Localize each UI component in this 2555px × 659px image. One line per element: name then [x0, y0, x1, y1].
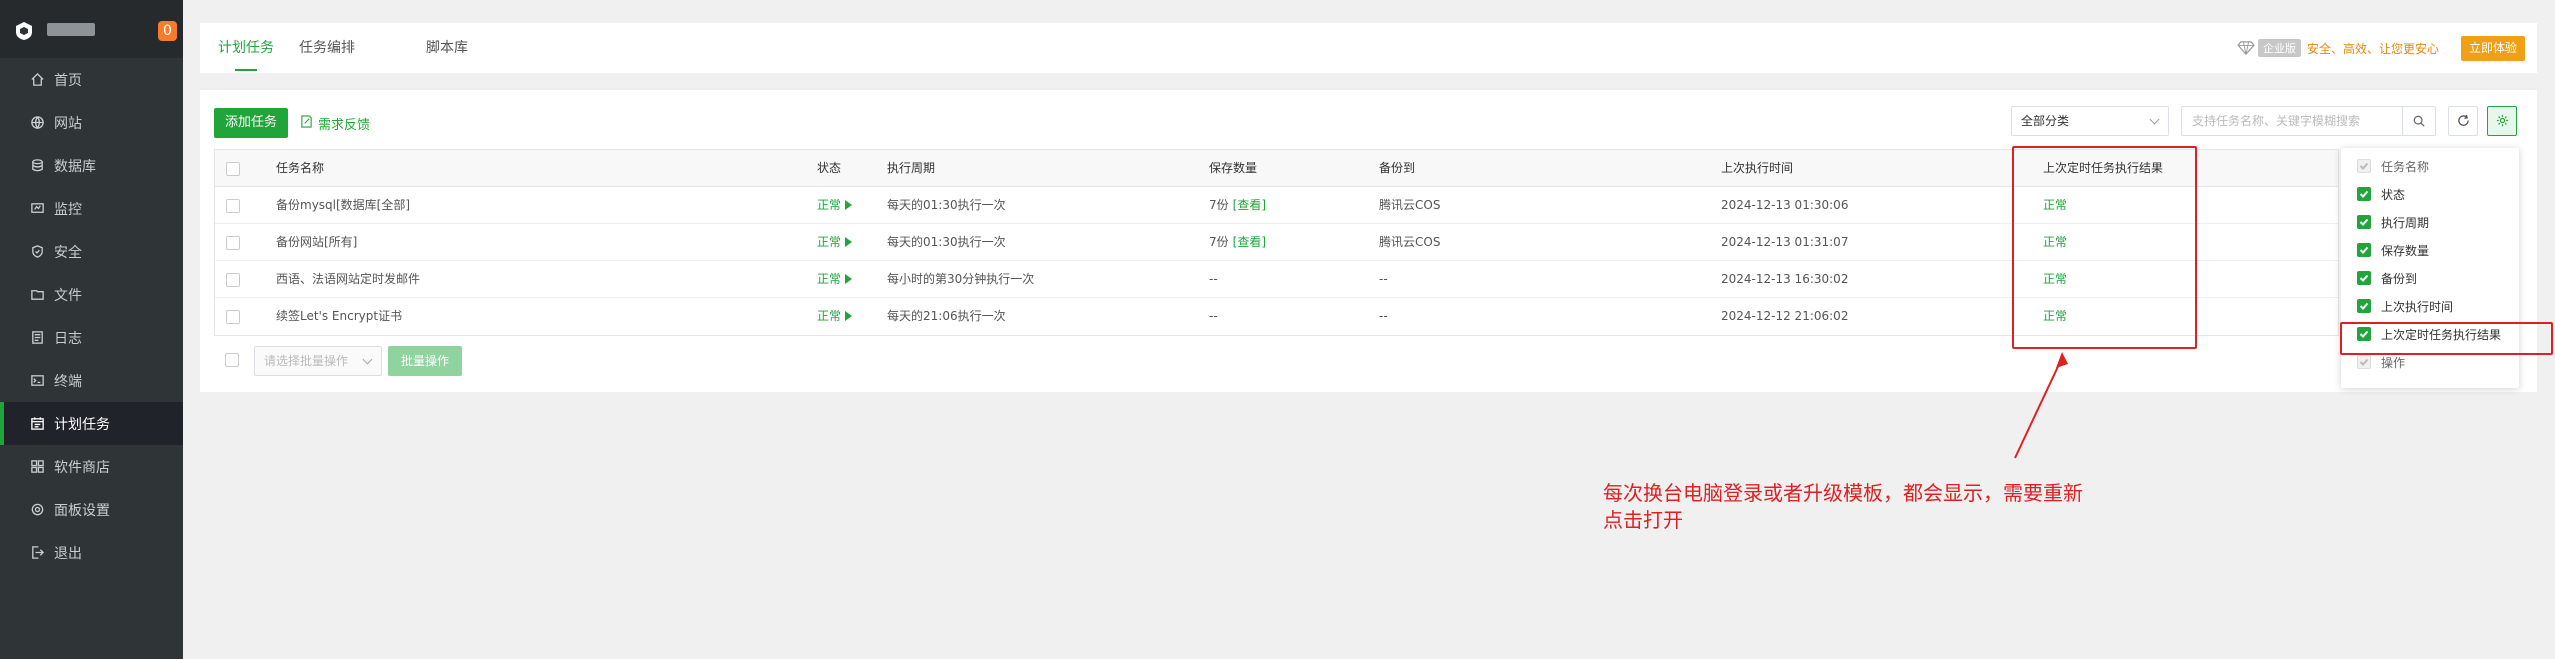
- annotation-note: 每次换台电脑登录或者升级模板，都会显示，需要重新 点击打开: [1603, 480, 2123, 534]
- annotation-arrow: [2014, 352, 2068, 459]
- annotation-line-1: 每次换台电脑登录或者升级模板，都会显示，需要重新: [1603, 481, 2083, 505]
- app-root: 0 首页 网站 数据库 监控 安全 文件 日志 终端 计划任务 软件商店 面板设置 退出 计划任务 任…: [0, 0, 2555, 659]
- annotation-line-2: 点击打开: [1603, 508, 1683, 532]
